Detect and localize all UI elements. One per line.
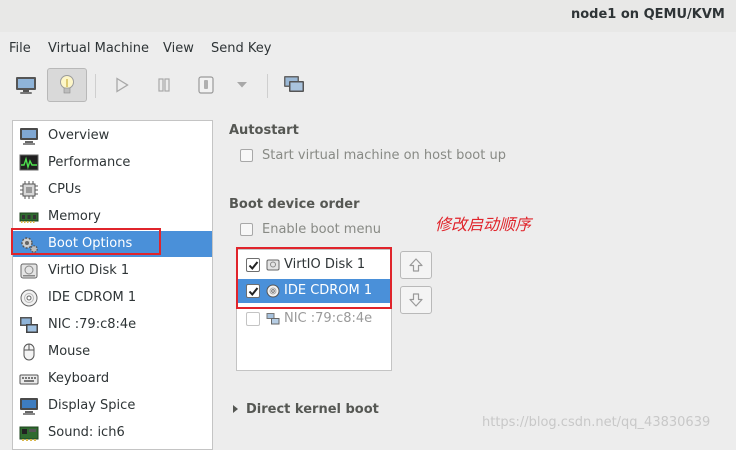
sidebar-item-nic[interactable]: NIC :79:c8:4e xyxy=(13,312,212,338)
sidebar-item-label: Mouse xyxy=(48,344,91,359)
disk-icon xyxy=(20,263,38,279)
sidebar-item-label: Overview xyxy=(48,128,110,143)
window-title: node1 on QEMU/KVM xyxy=(571,7,725,22)
move-down-button[interactable] xyxy=(400,286,432,314)
menu-bar: File Virtual Machine View Send Key xyxy=(0,38,736,60)
autostart-checkbox[interactable]: Start virtual machine on host boot up xyxy=(240,148,520,164)
pause-icon xyxy=(158,78,170,92)
boot-device-checkbox[interactable] xyxy=(246,312,260,326)
sidebar-item-label: NIC :79:c8:4e xyxy=(48,317,137,332)
cpu-icon xyxy=(20,181,38,199)
menu-send-key[interactable]: Send Key xyxy=(211,41,271,56)
menu-virtual-machine[interactable]: Virtual Machine xyxy=(48,41,149,56)
checkbox-box[interactable] xyxy=(240,149,253,162)
sidebar-item-ide-cdrom-1[interactable]: IDE CDROM 1 xyxy=(13,285,212,311)
power-icon xyxy=(198,76,214,94)
sidebar-item-label: Keyboard xyxy=(48,371,110,386)
hardware-list: Overview Performance CPUs Memory Boot Op… xyxy=(12,120,213,450)
screens-icon xyxy=(284,76,304,92)
sound-icon xyxy=(19,426,39,441)
boot-device-nic[interactable]: NIC :79:c8:4e xyxy=(238,307,390,331)
sidebar-item-label: Display Spice xyxy=(48,398,136,413)
sidebar-item-display-spice[interactable]: Display Spice xyxy=(13,393,212,419)
autostart-option-label: Start virtual machine on host boot up xyxy=(262,148,506,163)
play-icon xyxy=(116,77,129,93)
menu-view[interactable]: View xyxy=(163,41,194,56)
display-icon xyxy=(20,398,38,415)
fullscreen-button[interactable] xyxy=(274,68,314,102)
nic-icon xyxy=(266,313,280,325)
arrow-up-icon xyxy=(409,258,423,272)
run-button[interactable] xyxy=(102,68,142,102)
memory-icon xyxy=(19,212,39,223)
watermark: https://blog.csdn.net/qq_43830639 xyxy=(482,415,711,430)
chevron-down-icon xyxy=(237,82,247,88)
toolbar-separator xyxy=(267,74,268,98)
lightbulb-icon xyxy=(60,75,74,94)
sidebar-item-label: VirtIO Disk 1 xyxy=(48,263,130,278)
toolbar-separator xyxy=(95,74,96,98)
sidebar-item-overview[interactable]: Overview xyxy=(13,123,212,149)
shutdown-button[interactable] xyxy=(186,68,226,102)
pause-button[interactable] xyxy=(144,68,184,102)
sidebar-item-label: Memory xyxy=(48,209,101,224)
toolbar xyxy=(0,64,736,106)
sidebar-item-virtio-disk-1[interactable]: VirtIO Disk 1 xyxy=(13,258,212,284)
enable-boot-menu-label: Enable boot menu xyxy=(262,222,381,237)
overview-icon xyxy=(20,128,38,145)
expander-arrow-icon xyxy=(233,405,238,413)
monitor-icon xyxy=(16,77,36,94)
keyboard-icon xyxy=(19,374,39,385)
highlight-box-boot-options xyxy=(11,228,161,255)
sidebar-item-performance[interactable]: Performance xyxy=(13,150,212,176)
details-button[interactable] xyxy=(47,68,87,102)
autostart-heading: Autostart xyxy=(229,123,299,138)
enable-boot-menu-checkbox[interactable]: Enable boot menu xyxy=(240,222,390,238)
highlight-box-boot-devices xyxy=(236,247,392,309)
performance-icon xyxy=(19,154,39,171)
sidebar-item-memory[interactable]: Memory xyxy=(13,204,212,230)
sidebar-item-label: CPUs xyxy=(48,182,82,197)
sidebar-item-mouse[interactable]: Mouse xyxy=(13,339,212,365)
sidebar-item-label: IDE CDROM 1 xyxy=(48,290,137,305)
sidebar-item-sound[interactable]: Sound: ich6 xyxy=(13,420,212,446)
sidebar-item-cpus[interactable]: CPUs xyxy=(13,177,212,203)
sidebar-item-label: Performance xyxy=(48,155,131,170)
annotation-text: 修改启动顺序 xyxy=(435,215,532,234)
checkbox-box[interactable] xyxy=(240,223,253,236)
cdrom-icon xyxy=(20,289,38,307)
boot-device-label: NIC :79:c8:4e xyxy=(284,311,373,326)
shutdown-menu-button[interactable] xyxy=(222,68,262,102)
direct-kernel-boot-expander[interactable]: Direct kernel boot xyxy=(233,402,379,417)
menu-file[interactable]: File xyxy=(9,41,31,56)
direct-kernel-boot-label: Direct kernel boot xyxy=(246,402,379,417)
boot-order-heading: Boot device order xyxy=(229,197,360,212)
title-bar: node1 on QEMU/KVM xyxy=(0,0,736,32)
nic-icon xyxy=(20,317,38,333)
mouse-icon xyxy=(23,343,35,361)
console-button[interactable] xyxy=(6,68,46,102)
arrow-down-icon xyxy=(409,293,423,307)
sidebar-item-label: Sound: ich6 xyxy=(48,425,125,440)
sidebar-item-keyboard[interactable]: Keyboard xyxy=(13,366,212,392)
move-up-button[interactable] xyxy=(400,251,432,279)
